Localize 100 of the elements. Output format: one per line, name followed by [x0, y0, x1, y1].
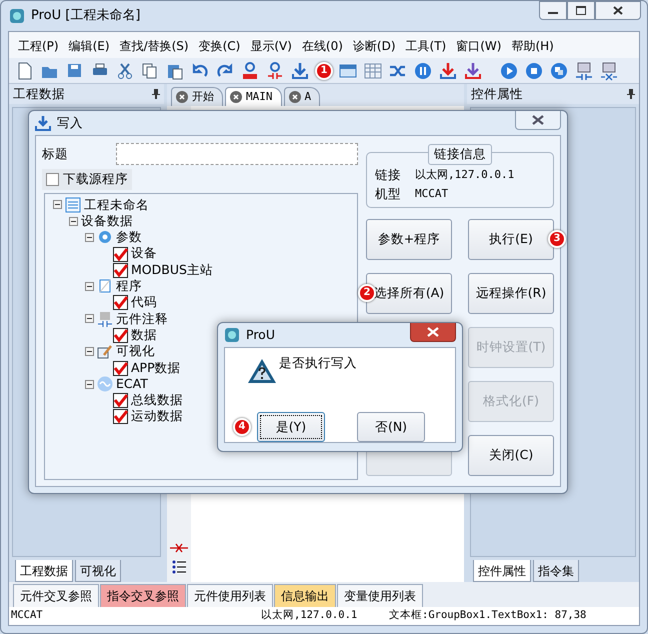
info-label: 链接 [375, 166, 401, 184]
document-icon [65, 196, 81, 213]
pin-icon[interactable] [627, 89, 635, 99]
editor-tab[interactable]: A [284, 86, 320, 106]
dialog-title: 写入 [57, 114, 83, 132]
panel-tab[interactable]: 指令集 [533, 560, 579, 582]
status-text: MCCAT [11, 608, 44, 624]
output-tab[interactable]: 信息输出 [274, 584, 336, 607]
pause-icon[interactable] [413, 60, 433, 80]
restore-icon [576, 6, 586, 15]
expand-toggle[interactable] [53, 200, 62, 210]
panel-tab[interactable]: 可视化 [75, 560, 121, 582]
number-badge: 4 [233, 418, 251, 436]
number-badge: 3 [548, 230, 566, 248]
status-text: 以太网,127.0.0.1 [261, 608, 358, 624]
pin-icon[interactable] [152, 89, 160, 99]
download-icon[interactable] [290, 60, 310, 80]
item-checkbox[interactable] [113, 260, 128, 280]
item-checkbox[interactable] [113, 293, 128, 312]
menu-item[interactable]: 查找/替换(S) [114, 36, 194, 56]
info-value: MCCAT [415, 186, 448, 202]
expand-toggle[interactable] [85, 380, 94, 389]
status-text: 文本框:GroupBox1.TextBox1: 87,38 [389, 608, 586, 624]
tree-label: 总线数据 [131, 391, 183, 410]
warning-icon [247, 358, 277, 384]
tree-label: 程序 [116, 277, 142, 296]
output-tab[interactable]: 变量使用列表 [337, 584, 423, 607]
play-icon[interactable] [499, 60, 519, 80]
close-button[interactable] [595, 1, 641, 20]
menu-item[interactable]: 帮助(H) [506, 36, 559, 56]
menu-item[interactable]: 编辑(E) [64, 36, 115, 56]
tree-label: 元件注释 [116, 310, 168, 328]
download-icon[interactable] [438, 60, 458, 80]
download-source-checkbox[interactable]: 下载源程序 [42, 169, 132, 190]
dialog-button[interactable]: 参数+程序 [366, 219, 452, 260]
close-icon[interactable] [230, 90, 242, 103]
tree-label: 代码 [131, 293, 157, 312]
expand-toggle[interactable] [85, 282, 94, 291]
menu-item[interactable]: 工具(T) [400, 36, 452, 56]
item-checkbox[interactable] [113, 358, 128, 378]
item-checkbox[interactable] [113, 326, 128, 345]
expand-toggle[interactable] [85, 347, 94, 356]
dialog-button[interactable]: 远程操作(R) [468, 273, 554, 314]
panel-tab[interactable]: 控件属性 [473, 560, 531, 582]
expand-toggle[interactable] [85, 314, 94, 324]
tree-label: ECAT [116, 374, 148, 393]
tree-label: 可视化 [116, 342, 155, 360]
dialog-button[interactable]: 关闭(C) [468, 435, 554, 476]
close-button[interactable] [515, 111, 561, 130]
close-icon [613, 6, 623, 15]
output-tab[interactable]: 元件交叉参照 [13, 584, 99, 607]
close-icon[interactable] [176, 90, 188, 103]
panel-title: 工程数据 [13, 84, 65, 103]
tree-label: 参数 [116, 228, 142, 246]
expand-toggle[interactable] [69, 216, 78, 226]
menu-item[interactable]: 在线(0) [296, 36, 348, 56]
menu-item[interactable]: 工程(P) [13, 36, 64, 56]
dialog-button[interactable]: 执行(E) [468, 219, 554, 260]
app-icon [224, 327, 240, 343]
dialog-button[interactable]: 是(Y) [257, 412, 325, 442]
editor-tab[interactable]: MAIN [225, 86, 282, 106]
expand-toggle[interactable] [85, 232, 94, 242]
item-checkbox[interactable] [113, 407, 128, 426]
menu-item[interactable]: 显示(V) [245, 36, 297, 56]
field-label: 标题 [42, 144, 69, 163]
group-title: 链接信息 [428, 144, 492, 165]
contact-icon[interactable] [574, 60, 594, 80]
download-icon [35, 115, 51, 131]
close-icon[interactable] [288, 90, 300, 103]
tree-label: 设备 [131, 244, 157, 262]
menu-item[interactable]: 窗口(W) [451, 36, 506, 56]
item-checkbox[interactable] [113, 391, 128, 410]
info-value: 以太网,127.0.0.1 [415, 167, 514, 183]
tree-label: MODBUS主站 [131, 260, 213, 279]
minimize-button[interactable] [539, 1, 567, 20]
output-tab[interactable]: 元件使用列表 [187, 584, 273, 607]
app-icon [9, 8, 25, 24]
menu-item[interactable]: 变换(C) [194, 36, 246, 56]
wave-icon [97, 376, 113, 392]
editor-tab[interactable]: 开始 [171, 86, 223, 106]
maximize-button[interactable] [567, 1, 595, 20]
contact-icon[interactable] [599, 60, 619, 80]
menu-item[interactable]: 诊断(D) [348, 36, 401, 56]
dialog-button[interactable]: 否(N) [357, 412, 425, 442]
panel-tab[interactable]: 工程数据 [15, 560, 73, 582]
cut-icon[interactable] [115, 60, 135, 80]
stop-icon[interactable] [524, 60, 544, 80]
title-field[interactable] [116, 143, 358, 165]
tree-label: 工程未命名 [84, 196, 149, 214]
pencil-icon [97, 344, 113, 360]
panel-title: 控件属性 [471, 84, 523, 103]
message-text: 是否执行写入 [279, 354, 357, 372]
item-checkbox[interactable] [113, 244, 128, 264]
table-icon[interactable] [363, 60, 383, 80]
output-tab[interactable]: 指令交叉参照 [100, 584, 186, 607]
close-button[interactable] [410, 323, 456, 342]
close-icon [427, 327, 439, 337]
number-badge: 1 [315, 62, 333, 80]
download-icon[interactable] [463, 60, 483, 80]
tree-label: 运动数据 [131, 407, 183, 426]
